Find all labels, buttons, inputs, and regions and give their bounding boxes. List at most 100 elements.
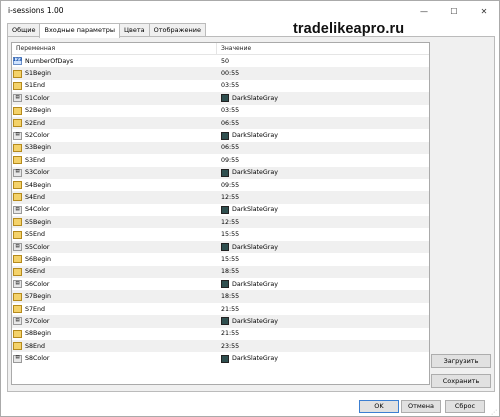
cell-value[interactable]: 06:55 (217, 142, 429, 154)
cell-value[interactable]: 09:55 (217, 179, 429, 191)
cell-variable: S1End (12, 80, 217, 92)
cell-variable: ▤ S8Color (12, 352, 217, 364)
variable-name: S5End (25, 231, 45, 239)
table-row[interactable]: S3Begin 06:55 (12, 141, 429, 155)
table-row[interactable]: ▤ S5Color DarkSlateGray (12, 240, 429, 254)
cell-value[interactable]: DarkSlateGray (217, 204, 429, 216)
cell-value[interactable]: DarkSlateGray (217, 352, 429, 364)
color-swatch (221, 205, 229, 214)
cell-value[interactable]: DarkSlateGray (217, 315, 429, 327)
tab-colors[interactable]: Цвета (119, 23, 150, 37)
ok-button[interactable]: OK (359, 400, 399, 413)
cell-value[interactable]: 50 (217, 55, 429, 67)
load-button[interactable]: Загрузить (431, 354, 491, 368)
table-row[interactable]: S6End 18:55 (12, 265, 429, 279)
grid-rows: 123 NumberOfDays 50 S1Begin 00:55 S1End 03:55 ▤… (12, 55, 429, 365)
table-row[interactable]: 123 NumberOfDays 50 (12, 55, 429, 67)
cell-value[interactable]: 12:55 (217, 216, 429, 228)
cell-value[interactable]: DarkSlateGray (217, 129, 429, 141)
color-swatch (221, 94, 229, 103)
cell-value[interactable]: 15:55 (217, 228, 429, 240)
table-row[interactable]: ▤ S8Color DarkSlateGray (12, 352, 429, 364)
table-row[interactable]: ▤ S7Color DarkSlateGray (12, 315, 429, 328)
color-icon: ▤ (13, 243, 22, 252)
variable-value: DarkSlateGray (232, 206, 278, 214)
table-row[interactable]: S6Begin 15:55 (12, 253, 429, 265)
cell-value[interactable]: 03:55 (217, 80, 429, 92)
variable-name: S5Color (25, 243, 50, 251)
save-button[interactable]: Сохранить (431, 374, 491, 388)
cell-value[interactable]: 15:55 (217, 253, 429, 265)
table-row[interactable]: S4End 12:55 (12, 191, 429, 204)
table-row[interactable]: S5Begin 12:55 (12, 216, 429, 229)
variable-name: S4Begin (25, 181, 51, 189)
table-row[interactable]: S4Begin 09:55 (12, 179, 429, 191)
cell-value[interactable]: 12:55 (217, 191, 429, 203)
reset-button[interactable]: Сброс (445, 400, 485, 413)
cancel-button[interactable]: Отмена (401, 400, 441, 413)
string-icon (13, 181, 22, 190)
cell-variable: S3End (12, 154, 217, 166)
tab-general[interactable]: Общие (7, 23, 41, 37)
table-row[interactable]: ▤ S6Color DarkSlateGray (12, 278, 429, 290)
table-row[interactable]: S3End 09:55 (12, 154, 429, 166)
cell-value[interactable]: 00:55 (217, 67, 429, 79)
table-row[interactable]: S2End 06:55 (12, 116, 429, 130)
cell-value[interactable]: DarkSlateGray (217, 92, 429, 104)
cell-variable: S7End (12, 303, 217, 315)
table-row[interactable]: ▤ S1Color DarkSlateGray (12, 92, 429, 105)
table-row[interactable]: S2Begin 03:55 (12, 105, 429, 117)
table-row[interactable]: S5End 15:55 (12, 228, 429, 240)
parameters-grid: Переменная Значение 123 NumberOfDays 50 S1B… (11, 42, 430, 385)
cell-value[interactable]: 21:55 (217, 303, 429, 315)
variable-value: 21:55 (221, 330, 240, 338)
cell-value[interactable]: DarkSlateGray (217, 167, 429, 179)
cell-value[interactable]: DarkSlateGray (217, 241, 429, 253)
cell-value[interactable]: 23:55 (217, 340, 429, 352)
cell-value[interactable]: 09:55 (217, 154, 429, 166)
tab-input-parameters[interactable]: Входные параметры (39, 23, 120, 38)
tab-display[interactable]: Отображение (148, 23, 206, 37)
color-swatch (221, 243, 229, 252)
variable-name: S1End (25, 82, 45, 90)
table-row[interactable]: S7Begin 18:55 (12, 290, 429, 303)
cell-variable: ▤ S4Color (12, 204, 217, 216)
variable-name: S6Begin (25, 255, 51, 263)
column-header-variable[interactable]: Переменная (12, 43, 217, 54)
cell-value[interactable]: DarkSlateGray (217, 278, 429, 290)
table-row[interactable]: ▤ S2Color DarkSlateGray (12, 129, 429, 141)
cell-value[interactable]: 21:55 (217, 328, 429, 340)
cell-variable: ▤ S2Color (12, 129, 217, 141)
cell-value[interactable]: 18:55 (217, 290, 429, 302)
table-row[interactable]: ▤ S3Color DarkSlateGray (12, 166, 429, 179)
cell-variable: ▤ S5Color (12, 241, 217, 253)
table-row[interactable]: S1End 03:55 (12, 80, 429, 92)
table-row[interactable]: S1Begin 00:55 (12, 67, 429, 80)
tab-bar: Общие Входные параметры Цвета Отображени… (7, 23, 206, 38)
cell-variable: ▤ S1Color (12, 92, 217, 104)
cell-value[interactable]: 06:55 (217, 117, 429, 129)
close-icon[interactable]: ✕ (471, 1, 497, 21)
cell-variable: S4End (12, 191, 217, 203)
variable-value: 12:55 (221, 193, 240, 201)
table-row[interactable]: S8Begin 21:55 (12, 328, 429, 340)
variable-name: S8Color (25, 355, 50, 363)
cell-value[interactable]: 18:55 (217, 266, 429, 278)
variable-name: S1Color (25, 94, 50, 102)
variable-name: S3Color (25, 169, 50, 177)
table-row[interactable]: S8End 23:55 (12, 339, 429, 353)
table-row[interactable]: S7End 21:55 (12, 303, 429, 315)
minimize-icon[interactable]: — (411, 1, 437, 21)
variable-name: S3Begin (25, 144, 51, 152)
color-swatch (221, 354, 229, 363)
maximize-icon[interactable]: ☐ (441, 1, 467, 21)
cell-value[interactable]: 03:55 (217, 105, 429, 117)
column-header-value[interactable]: Значение (217, 43, 429, 54)
string-icon (13, 156, 22, 165)
resize-grip-icon[interactable]: ⋰ (491, 409, 499, 417)
variable-name: S2Color (25, 132, 50, 140)
variable-value: DarkSlateGray (232, 355, 278, 363)
grid-header: Переменная Значение (12, 43, 429, 55)
table-row[interactable]: ▤ S4Color DarkSlateGray (12, 204, 429, 216)
variable-name: S4End (25, 193, 45, 201)
